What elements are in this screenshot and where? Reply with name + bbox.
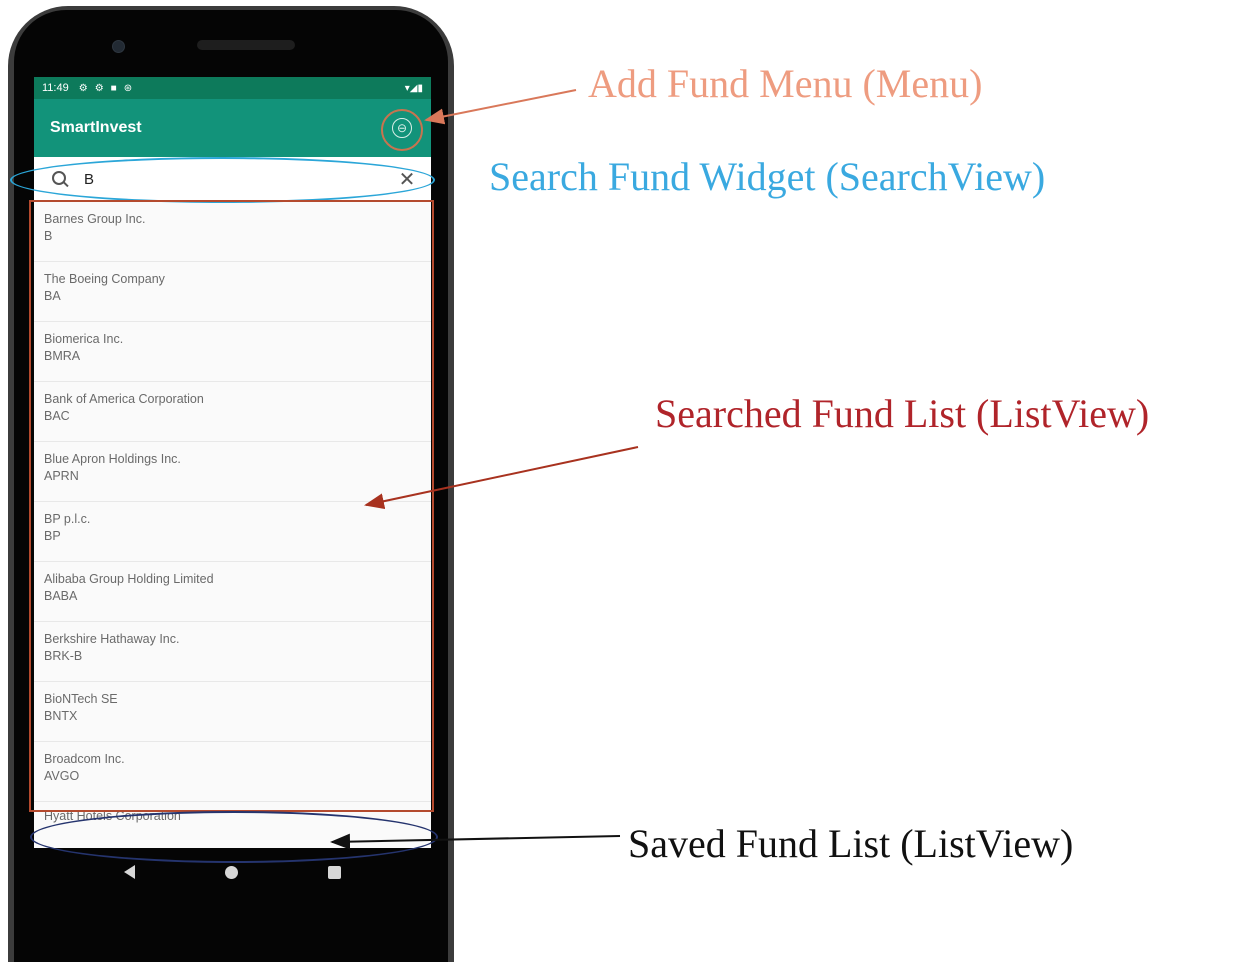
annotation-search-widget: Search Fund Widget (SearchView) — [489, 154, 1046, 199]
saved-arrow — [330, 833, 621, 850]
annotation-saved-list: Saved Fund List (ListView) — [628, 821, 1074, 866]
list-arrow — [364, 446, 639, 510]
annotation-arrows — [330, 89, 639, 850]
annotation-searched-list: Searched Fund List (ListView) — [655, 391, 1150, 436]
annotation-add-fund-menu: Add Fund Menu (Menu) — [588, 61, 983, 106]
menu-arrow — [424, 89, 577, 125]
